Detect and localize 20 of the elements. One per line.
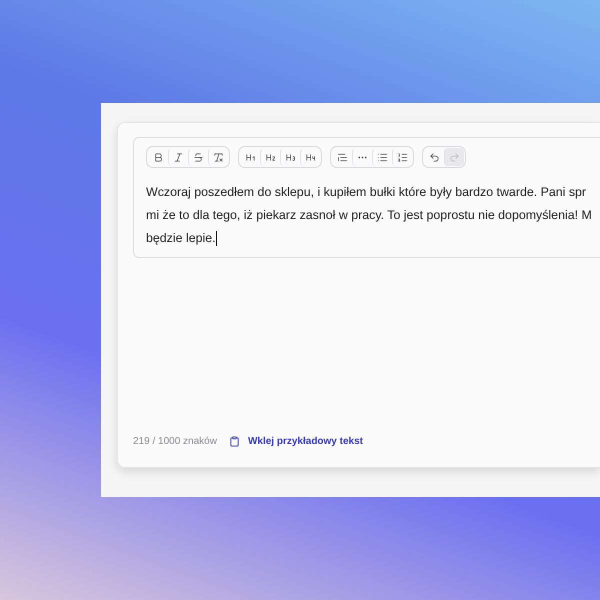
heading-4-icon <box>305 152 316 162</box>
undo-icon <box>428 152 440 162</box>
heading-2-icon <box>265 152 276 162</box>
paste-sample-link[interactable]: Wklej przykładowy tekst <box>228 436 363 447</box>
numbered-list-icon <box>397 152 408 162</box>
heading-3-icon <box>285 152 296 162</box>
quote-icon <box>336 152 348 162</box>
italic-icon <box>173 152 184 162</box>
clipboard-icon <box>228 436 240 447</box>
text-editor[interactable]: Wczoraj poszedłem do sklepu, i kupiłem bułki które były bardzo twarde. Pani spr mi że to dla tego, iż piekarz zasnoł w pracy. To jest poprostu nie dopomyślenia! M będzie lepie. <box>133 137 600 258</box>
heading-1-icon <box>244 152 256 162</box>
text-cursor <box>216 231 217 246</box>
clear-format-icon <box>213 152 224 162</box>
text-line: mi że to dla tego, iż piekarz zasnoł w pracy. To jest poprostu nie dopomyślenia! M <box>146 207 592 224</box>
text-line: Wczoraj poszedłem do sklepu, i kupiłem bułki które były bardzo twarde. Pani spr <box>146 184 586 201</box>
bold-icon <box>152 152 164 162</box>
text-line: będzie lepie. <box>146 230 216 247</box>
character-counter: 219 / 1000 znaków <box>133 436 217 447</box>
strikethrough-icon <box>193 152 204 162</box>
redo-icon <box>449 152 460 162</box>
